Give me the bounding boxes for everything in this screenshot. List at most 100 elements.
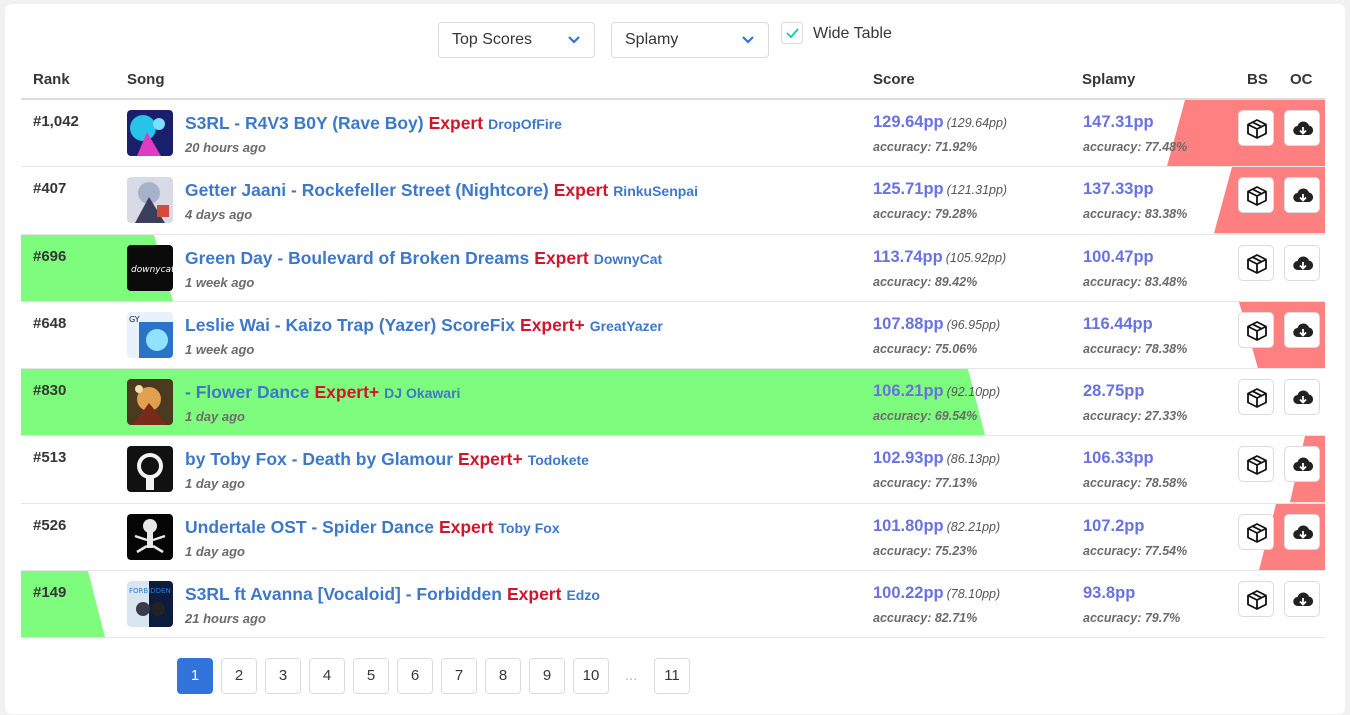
- table-header: Rank Song Score Splamy BS OC: [21, 70, 1325, 100]
- beat-saver-cube-icon: [1247, 119, 1267, 139]
- one-click-download-button[interactable]: [1284, 110, 1320, 146]
- page-button-10[interactable]: 10: [573, 658, 609, 694]
- one-click-download-button[interactable]: [1284, 311, 1320, 348]
- mapper-link[interactable]: GreatYazer: [590, 318, 663, 334]
- one-click-download-button[interactable]: [1284, 244, 1320, 281]
- mapper-link[interactable]: DownyCat: [594, 251, 662, 267]
- one-click-download-button[interactable]: [1284, 446, 1320, 483]
- song-link[interactable]: S3RL - R4V3 B0Y (Rave Boy): [185, 113, 424, 133]
- page-button-6[interactable]: 6: [397, 658, 433, 694]
- beat-saver-button[interactable]: [1238, 446, 1274, 483]
- page-button-7[interactable]: 7: [441, 658, 477, 694]
- splamy-header: Splamy: [1082, 71, 1136, 88]
- score-raw-pp: (105.92pp): [945, 250, 1007, 265]
- beat-saver-button[interactable]: [1238, 379, 1274, 416]
- mapper-link[interactable]: Edzo: [566, 587, 599, 603]
- difficulty-label: Expert: [428, 113, 484, 133]
- cover-text: downycat: [131, 265, 173, 275]
- score-accuracy: accuracy: 69.54%: [873, 409, 978, 424]
- page-button-9[interactable]: 9: [529, 658, 565, 694]
- chevron-down-icon: [568, 36, 580, 44]
- song-cover[interactable]: downycat: [127, 244, 173, 291]
- rank-cell: #526: [33, 516, 67, 534]
- song-cover[interactable]: [127, 379, 173, 426]
- splamy-accuracy: accuracy: 78.38%: [1083, 341, 1188, 356]
- beat-saver-button[interactable]: [1238, 177, 1274, 214]
- bs-header: BS: [1247, 71, 1268, 88]
- splamy-pp: 106.33pp: [1083, 449, 1154, 468]
- score-accuracy: accuracy: 79.28%: [873, 207, 978, 222]
- page-button-5[interactable]: 5: [353, 658, 389, 694]
- song-cover[interactable]: FORBIDDEN: [127, 581, 173, 628]
- mapper-link[interactable]: DropOfFire: [488, 116, 562, 132]
- page-button-last[interactable]: 11: [654, 658, 690, 694]
- splamy-accuracy: accuracy: 83.48%: [1083, 274, 1188, 289]
- splamy-accuracy: accuracy: 27.33%: [1083, 409, 1188, 424]
- rank-cell: #407: [33, 180, 67, 198]
- mapper-link[interactable]: DJ Okawari: [384, 385, 460, 401]
- song-cover[interactable]: GY: [127, 311, 173, 358]
- rank-cell: #830: [33, 382, 67, 400]
- score-pp: 107.88pp: [873, 314, 944, 333]
- score-raw-pp: (86.13pp): [946, 452, 1001, 467]
- score-pp: 125.71pp: [873, 180, 944, 199]
- song-link[interactable]: Green Day - Boulevard of Broken Dreams: [185, 248, 529, 268]
- table-row: #526 Undertale OST - Spider Dance Expert T…: [21, 503, 1325, 572]
- difficulty-label: Expert+: [458, 449, 523, 470]
- score-accuracy: accuracy: 89.42%: [873, 274, 978, 289]
- page-button-1[interactable]: 1: [177, 658, 213, 694]
- mapper-link[interactable]: Todokete: [528, 452, 589, 468]
- song-cover[interactable]: [127, 177, 173, 224]
- mapper-link[interactable]: RinkuSenpai: [613, 183, 698, 199]
- beat-saver-button[interactable]: [1238, 244, 1274, 281]
- splamy-accuracy: accuracy: 79.7%: [1083, 611, 1181, 626]
- page-button-4[interactable]: 4: [309, 658, 345, 694]
- page-button-8[interactable]: 8: [485, 658, 521, 694]
- score-header: Score: [873, 71, 915, 88]
- rank-cell: #1,042: [33, 113, 79, 130]
- page-button-3[interactable]: 3: [265, 658, 301, 694]
- beat-saver-button[interactable]: [1238, 110, 1274, 146]
- rank-cell: #696: [33, 247, 67, 265]
- beat-saver-cube-icon: [1247, 186, 1267, 207]
- beat-saver-cube-icon: [1247, 590, 1267, 610]
- beat-saver-button[interactable]: [1238, 581, 1274, 618]
- score-type-select[interactable]: Top Scores: [438, 22, 595, 58]
- score-pp: 113.74pp: [873, 247, 943, 266]
- song-link[interactable]: by Toby Fox - Death by Glamour: [185, 449, 453, 469]
- timestamp: 1 week ago: [185, 274, 255, 290]
- splamy-accuracy: accuracy: 83.38%: [1083, 207, 1188, 222]
- song-cover[interactable]: [127, 513, 173, 560]
- beat-saver-button[interactable]: [1238, 311, 1274, 348]
- beat-saver-cube-icon: [1247, 320, 1267, 341]
- song-link[interactable]: Undertale OST - Spider Dance: [185, 517, 434, 537]
- difficulty-label: Expert: [553, 180, 609, 201]
- table-row: #513 by Toby Fox - Death by Glamour Exper…: [21, 436, 1325, 504]
- table-row: #648 GY Leslie Wai - Kaizo Trap (Yazer) …: [21, 301, 1325, 370]
- cloud-download-icon: [1293, 121, 1314, 136]
- table-row: #696 downycat Green Day - Boulevard of B…: [21, 234, 1325, 302]
- score-pp: 101.80pp: [873, 516, 944, 535]
- ranking-select[interactable]: Splamy: [611, 22, 769, 58]
- song-cover[interactable]: [127, 446, 173, 493]
- song-link[interactable]: S3RL ft Avanna [Vocaloid] - Forbidden: [185, 584, 502, 604]
- one-click-download-button[interactable]: [1284, 177, 1320, 214]
- splamy-pp: 93.8pp: [1083, 584, 1136, 603]
- song-cover[interactable]: [127, 110, 173, 156]
- one-click-download-button[interactable]: [1284, 513, 1320, 550]
- one-click-download-button[interactable]: [1284, 379, 1320, 416]
- one-click-download-button[interactable]: [1284, 581, 1320, 618]
- chevron-down-icon: [742, 36, 754, 44]
- song-link[interactable]: - Flower Dance: [185, 382, 309, 402]
- mapper-link[interactable]: Toby Fox: [498, 520, 559, 536]
- score-pp: 106.21pp: [873, 382, 944, 401]
- table-row: #407 Getter Jaani - Rockefeller Street (…: [21, 167, 1325, 235]
- beat-saver-button[interactable]: [1238, 513, 1274, 550]
- splamy-accuracy: accuracy: 77.48%: [1083, 140, 1188, 154]
- song-link[interactable]: Leslie Wai - Kaizo Trap (Yazer) ScoreFix: [185, 315, 515, 335]
- wide-table-checkbox[interactable]: [781, 22, 803, 44]
- splamy-pp: 28.75pp: [1083, 382, 1145, 401]
- splamy-pp: 100.47pp: [1083, 247, 1154, 266]
- page-button-2[interactable]: 2: [221, 658, 257, 694]
- song-link[interactable]: Getter Jaani - Rockefeller Street (Night…: [185, 180, 549, 200]
